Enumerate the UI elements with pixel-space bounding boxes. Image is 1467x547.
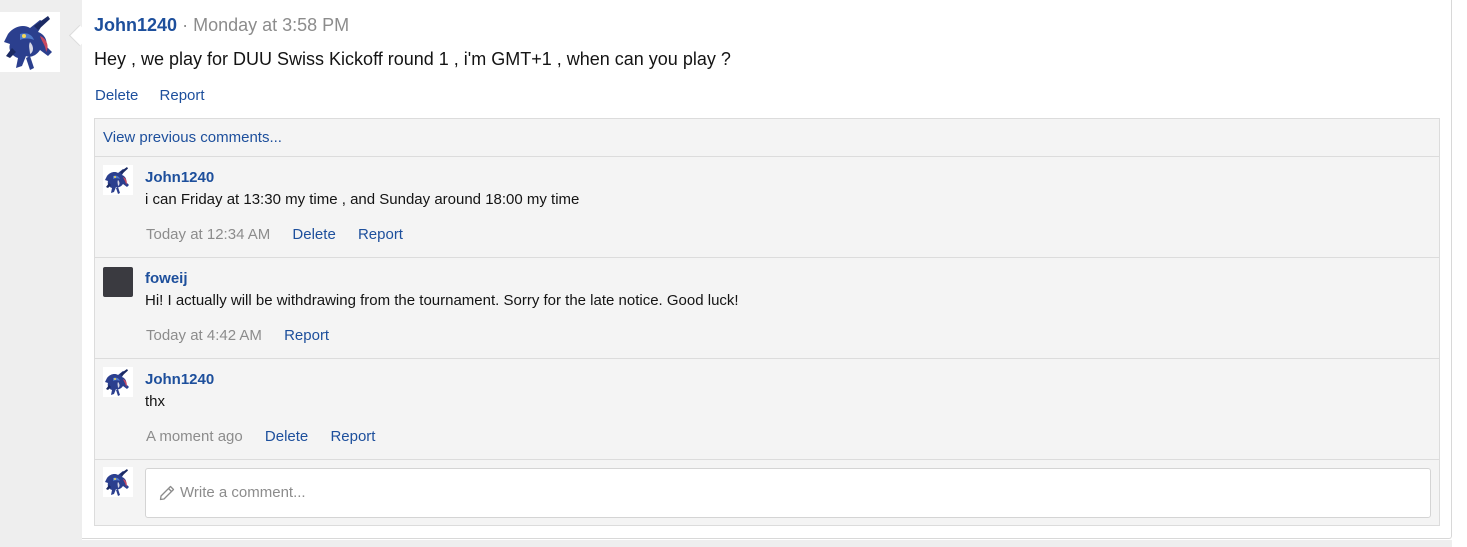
header-separator: ·: [182, 15, 189, 35]
right-margin: [1452, 0, 1467, 547]
comment-meta: Today at 4:42 AM Report: [146, 327, 347, 345]
comment-timestamp[interactable]: A moment ago: [146, 428, 243, 445]
character-avatar-icon: [103, 165, 133, 195]
left-gutter: [0, 0, 82, 547]
comment-text: Hi! I actually will be withdrawing from …: [145, 292, 739, 309]
comment-meta: Today at 12:34 AM Delete Report: [146, 226, 421, 244]
comment-author-link[interactable]: foweij: [145, 270, 188, 288]
comment-report-link[interactable]: Report: [330, 428, 375, 445]
pencil-icon: [159, 485, 175, 501]
character-avatar-icon: [103, 467, 133, 497]
comment-delete-link[interactable]: Delete: [265, 428, 308, 445]
post-header: John1240 · Monday at 3:58 PM: [94, 14, 349, 36]
bottom-divider: [0, 540, 1467, 547]
comment-delete-link[interactable]: Delete: [292, 226, 335, 243]
post-message: Hey , we play for DUU Swiss Kickoff roun…: [94, 49, 731, 69]
comment-item: John1240 thx A moment ago Delete Report: [95, 358, 1439, 459]
comment-avatar[interactable]: [103, 165, 133, 195]
comment-timestamp[interactable]: Today at 12:34 AM: [146, 226, 270, 243]
comment-text: i can Friday at 13:30 my time , and Sund…: [145, 191, 580, 208]
comment-item: John1240 i can Friday at 13:30 my time ,…: [95, 156, 1439, 257]
post-delete-link[interactable]: Delete: [95, 87, 138, 104]
comment-report-link[interactable]: Report: [358, 226, 403, 243]
view-previous-comments-link[interactable]: View previous comments...: [103, 129, 282, 147]
comment-report-link[interactable]: Report: [284, 327, 329, 344]
write-comment-placeholder: Write a comment...: [180, 484, 306, 501]
comment-avatar[interactable]: [103, 267, 133, 297]
post-author-avatar[interactable]: [0, 12, 60, 72]
post-author-link[interactable]: John1240: [94, 15, 177, 35]
write-comment-row: Write a comment...: [95, 459, 1439, 526]
post-actions: Delete Report: [95, 87, 222, 105]
post-timestamp[interactable]: Monday at 3:58 PM: [193, 15, 349, 35]
comment-meta: A moment ago Delete Report: [146, 428, 393, 446]
comment-item: foweij Hi! I actually will be withdrawin…: [95, 257, 1439, 358]
comments-panel: View previous comments... John1240 i can…: [94, 118, 1440, 526]
character-avatar-icon: [0, 12, 60, 72]
comment-text: thx: [145, 393, 166, 410]
comment-author-link[interactable]: John1240: [145, 169, 214, 187]
current-user-avatar: [103, 467, 133, 497]
comment-avatar[interactable]: [103, 367, 133, 397]
character-avatar-icon: [103, 367, 133, 397]
write-comment-input[interactable]: Write a comment...: [145, 468, 1431, 518]
comment-author-link[interactable]: John1240: [145, 371, 214, 389]
comment-timestamp[interactable]: Today at 4:42 AM: [146, 327, 262, 344]
post-report-link[interactable]: Report: [160, 87, 205, 104]
